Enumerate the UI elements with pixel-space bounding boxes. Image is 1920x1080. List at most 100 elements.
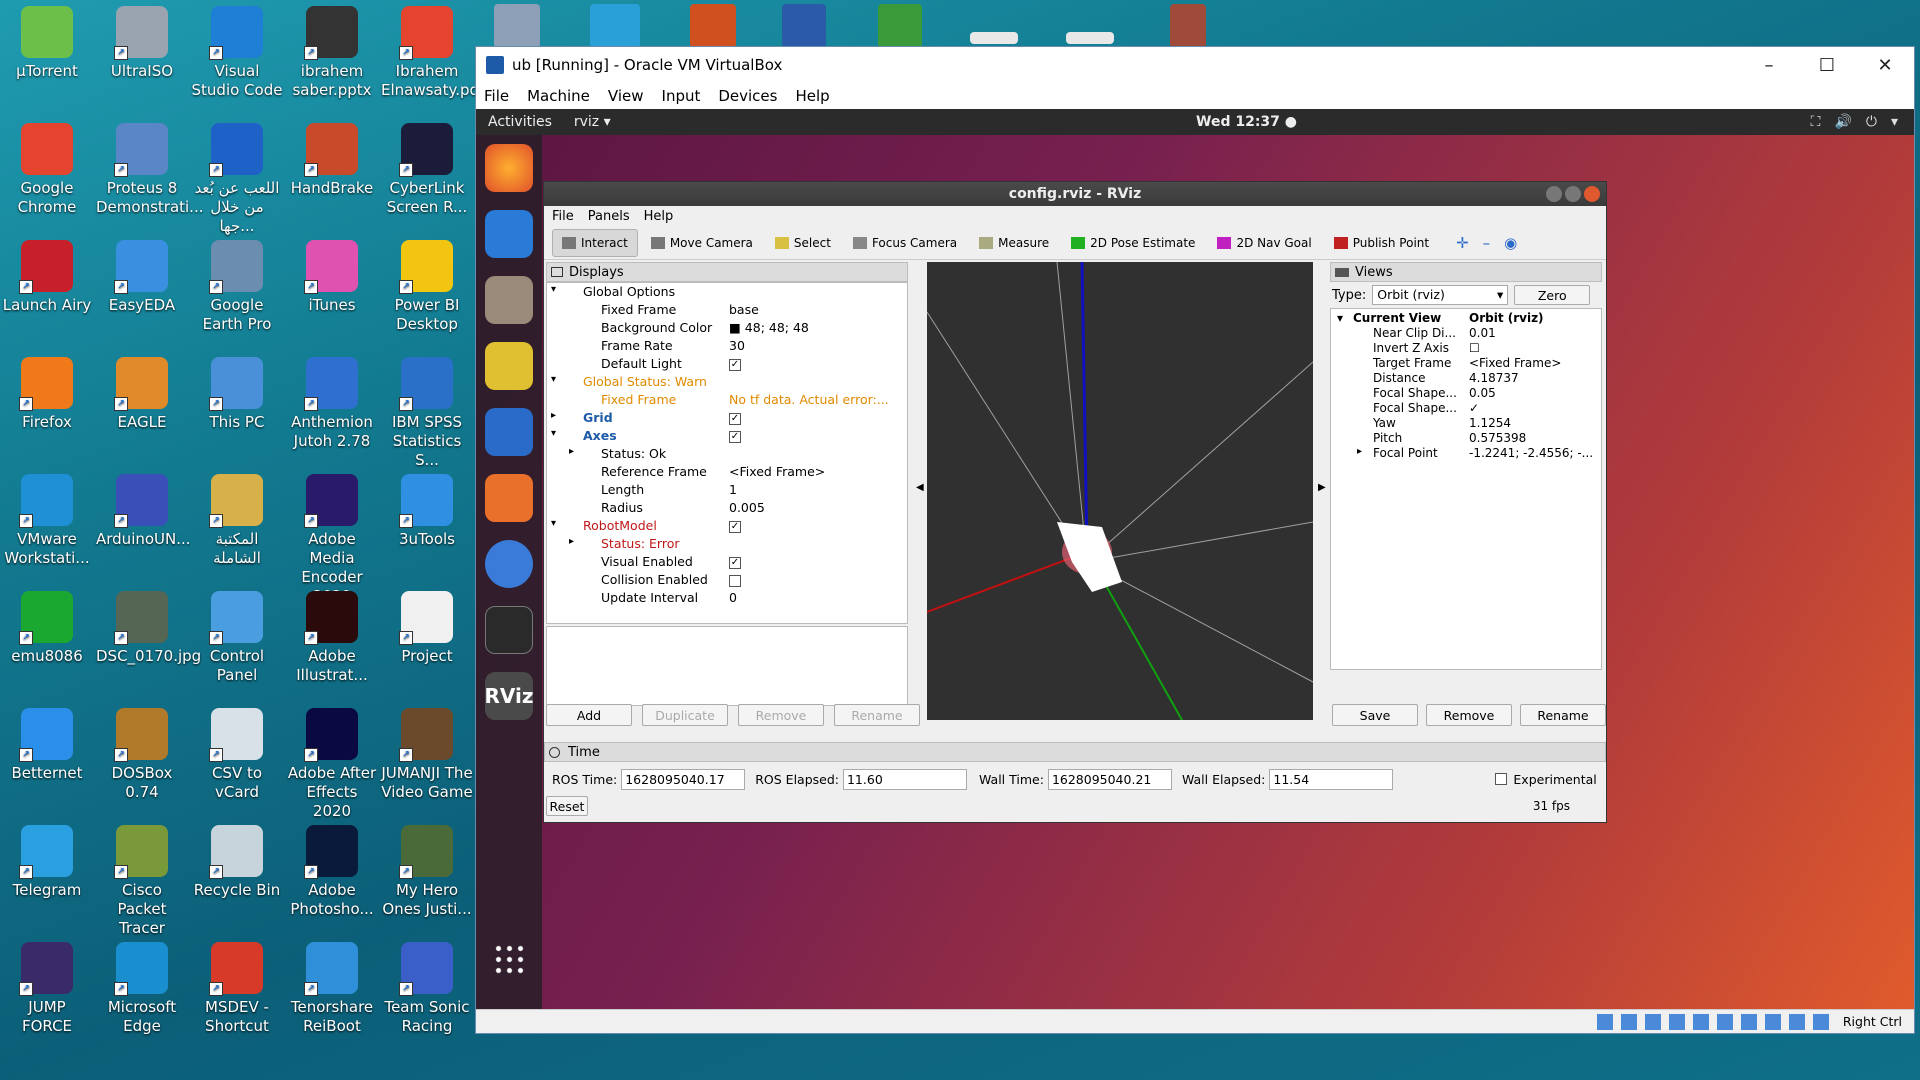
desktop-icon[interactable]: ↗ VMware Workstati... [1, 474, 93, 568]
remove-view-button[interactable]: Remove [1426, 704, 1512, 726]
views-type-select[interactable]: Orbit (rviz) ▾ [1372, 285, 1509, 305]
right-collapse-arrow[interactable]: ▶ [1318, 482, 1326, 493]
view-property-row[interactable]: Target Frame <Fixed Frame> [1331, 356, 1601, 371]
view-property-row[interactable]: Focal Shape... 0.05 [1331, 386, 1601, 401]
menu-machine[interactable]: Machine [519, 87, 600, 105]
desktop-icon[interactable]: ↗ CyberLink Screen R... [381, 123, 473, 217]
rviz-minimize-icon[interactable] [1546, 186, 1562, 202]
show-apps-icon[interactable] [493, 943, 525, 975]
display-tree-row[interactable]: ▾ Global Status: Warn [547, 373, 907, 391]
desktop-icon[interactable]: ↗ DSC_0170.jpg [96, 591, 201, 666]
display-tree-row[interactable]: ▾ RobotModel ✓ [547, 517, 907, 535]
tool-2d-pose-estimate[interactable]: 2D Pose Estimate [1062, 229, 1204, 257]
display-checkbox[interactable]: ✓ [729, 556, 741, 569]
tool-focus-camera[interactable]: Focus Camera [844, 229, 966, 257]
display-tree-row[interactable]: ▸ Status: Ok [547, 445, 907, 463]
views-tree[interactable]: ▾ Current View Orbit (rviz) Near Clip Di… [1330, 308, 1602, 670]
desktop-icon[interactable]: ↗ Recycle Bin [191, 825, 283, 900]
reset-button[interactable]: Reset [546, 796, 588, 816]
archive-app-icon[interactable] [1170, 4, 1206, 48]
desktop-icon[interactable]: ↗ DOSBox 0.74 [96, 708, 188, 802]
displays-tree[interactable]: ▾ Global Options Fixed Frame base Background… [546, 282, 908, 624]
save-view-button[interactable]: Save [1332, 704, 1418, 726]
desktop-icon[interactable]: ↗ iTunes [286, 240, 378, 315]
calendar-app-icon[interactable] [590, 4, 640, 48]
tool-measure[interactable]: Measure [970, 229, 1058, 257]
tool-2d-nav-goal[interactable]: 2D Nav Goal [1208, 229, 1320, 257]
desktop-icon[interactable]: ↗ Firefox [1, 357, 93, 432]
view-property-row[interactable]: Yaw 1.1254 [1331, 416, 1601, 431]
display-checkbox[interactable]: ✓ [729, 520, 741, 533]
wall-time-field[interactable]: 1628095040.21 [1047, 768, 1172, 790]
word-app-icon[interactable] [782, 4, 826, 48]
display-tree-row[interactable]: Update Interval 0 [547, 589, 907, 607]
desktop-icon[interactable]: ↗ CSV to vCard [191, 708, 283, 802]
desktop-icon[interactable]: ↗ المكتبة الشاملة [191, 474, 283, 568]
display-tree-row[interactable]: Collision Enabled [547, 571, 907, 589]
desktop-icon[interactable]: ↗ Proteus 8 Demonstrati... [96, 123, 203, 217]
maximize-icon[interactable]: ☐ [1798, 47, 1856, 83]
rhythmbox-icon[interactable] [485, 342, 533, 390]
display-tree-row[interactable]: ▾ Axes ✓ [547, 427, 907, 445]
remove-tool-icon[interactable]: – [1483, 234, 1491, 252]
display-tree-value[interactable]: ✓ [729, 554, 741, 569]
firefox-icon[interactable] [485, 144, 533, 192]
remove-display-button[interactable]: Remove [738, 704, 824, 726]
tool-publish-point[interactable]: Publish Point [1325, 229, 1438, 257]
menu-input[interactable]: Input [654, 87, 711, 105]
display-tree-row[interactable]: Background Color ■ 48; 48; 48 [547, 319, 907, 337]
display-tree-value[interactable]: ✓ [729, 410, 741, 425]
desktop-icon[interactable]: ↗ EAGLE [96, 357, 188, 432]
document-app-icon[interactable] [970, 32, 1018, 44]
rviz-menu-panels[interactable]: Panels [588, 209, 630, 224]
desktop-icon[interactable]: ↗ ArduinoUN... [96, 474, 191, 549]
document2-app-icon[interactable] [1066, 32, 1114, 44]
duplicate-display-button[interactable]: Duplicate [642, 704, 728, 726]
left-collapse-arrow[interactable]: ◀ [916, 482, 924, 493]
view-toggle-icon[interactable]: ◉ [1504, 234, 1517, 252]
view-property-row[interactable]: Invert Z Axis ☐ [1331, 341, 1601, 356]
view-property-row[interactable]: Near Clip Di... 0.01 [1331, 326, 1601, 341]
files-icon[interactable] [485, 276, 533, 324]
desktop-icon[interactable]: ↗ Launch Airy [1, 240, 93, 315]
ros-elapsed-field[interactable]: 11.60 [842, 768, 967, 790]
rviz-titlebar[interactable]: config.rviz - RViz [544, 182, 1606, 206]
display-tree-row[interactable]: ▸ Status: Error [547, 535, 907, 553]
display-tree-row[interactable]: ▸ Grid ✓ [547, 409, 907, 427]
display-tree-value[interactable]: ✓ [729, 428, 741, 443]
desktop-icon[interactable]: ↗ Tenorshare ReiBoot [286, 942, 378, 1036]
view-property-row[interactable]: ▸ Focal Point -1.2241; -2.4556; -... [1331, 446, 1601, 461]
libreoffice-writer-icon[interactable] [485, 408, 533, 456]
thunderbird-icon[interactable] [485, 210, 533, 258]
desktop-icon[interactable]: ↗ Cisco Packet Tracer [96, 825, 188, 938]
display-tree-row[interactable]: Visual Enabled ✓ [547, 553, 907, 571]
desktop-icon[interactable]: ↗ Power BI Desktop [381, 240, 473, 334]
rename-display-button[interactable]: Rename [834, 704, 920, 726]
desktop-icon[interactable]: µTorrent [1, 6, 93, 81]
desktop-icon[interactable]: ↗ Adobe Illustrat... [286, 591, 378, 685]
desktop-icon[interactable]: ↗ Adobe Photosho... [286, 825, 378, 919]
current-view-row[interactable]: ▾ Current View Orbit (rviz) [1331, 311, 1601, 326]
rviz-menu-help[interactable]: Help [644, 209, 674, 224]
globe-app-icon[interactable] [878, 4, 922, 48]
display-checkbox[interactable]: ✓ [729, 412, 741, 425]
display-tree-row[interactable]: Default Light ✓ [547, 355, 907, 373]
tool-select[interactable]: Select [766, 229, 840, 257]
desktop-icon[interactable]: ↗ اللعب عن بُعد من خلال جها... [191, 123, 283, 236]
ros-time-field[interactable]: 1628095040.17 [621, 768, 746, 790]
add-display-button[interactable]: Add [546, 704, 632, 726]
app-menu[interactable]: rviz ▾ [564, 114, 611, 130]
3d-viewport[interactable] [927, 262, 1313, 720]
expand-arrow-icon[interactable]: ▸ [569, 446, 574, 457]
view-property-row[interactable]: Focal Shape... ✓ [1331, 401, 1601, 416]
guest-screen[interactable]: Activities rviz ▾ Wed 12:37 ● ⛶ 🔊 ⏻ ▾ RV… [476, 109, 1914, 1011]
help-icon[interactable] [485, 540, 533, 588]
expand-arrow-icon[interactable]: ▸ [1357, 446, 1362, 457]
system-tray[interactable]: ⛶ 🔊 ⏻ ▾ [1811, 114, 1898, 130]
minimize-icon[interactable]: – [1740, 47, 1798, 83]
desktop-icon[interactable]: ↗ Ibrahem Elnawsaty.pdf [381, 6, 484, 100]
desktop-icon[interactable]: ↗ HandBrake [286, 123, 378, 198]
expand-arrow-icon[interactable]: ▾ [551, 518, 556, 529]
rviz-close-icon[interactable] [1584, 186, 1600, 202]
menu-file[interactable]: File [476, 87, 519, 105]
